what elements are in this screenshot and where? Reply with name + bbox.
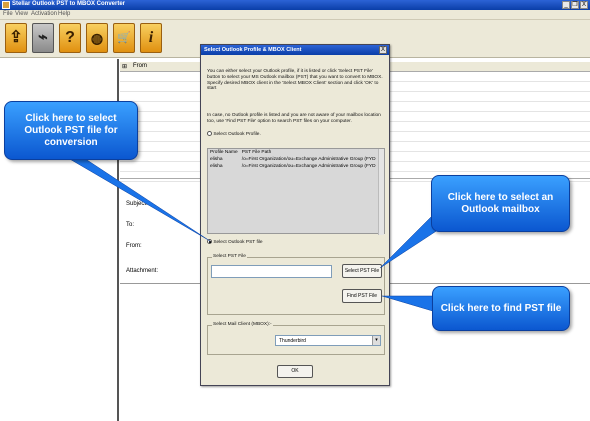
callout-select-pst: Click here to select Outlook PST file fo… (4, 101, 138, 160)
callout-find-pst: Click here to find PST file (432, 286, 570, 331)
callout-select-mailbox: Click here to select an Outlook mailbox (431, 175, 570, 232)
left-callout-pointer (67, 157, 211, 242)
find-callout-pointer (381, 295, 437, 313)
